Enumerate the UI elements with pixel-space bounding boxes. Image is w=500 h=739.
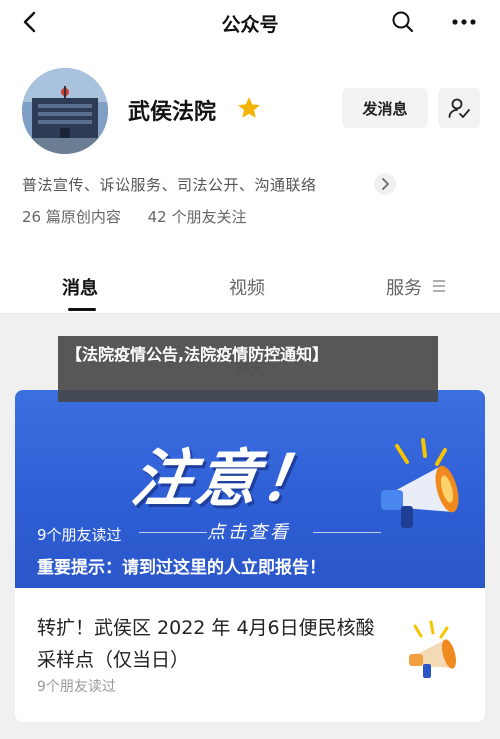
active-tab-indicator bbox=[68, 308, 96, 311]
article-readers-count: 9个朋友读过 bbox=[37, 679, 116, 695]
tab-videos[interactable]: 视频 bbox=[229, 274, 265, 300]
account-profile: 武侯法院 发消息 普法宣传、诉讼服务、司法公开、沟通联络 26 篇原创内容 42… bbox=[0, 48, 500, 258]
cover-subtitle: 点击查看 bbox=[207, 522, 291, 543]
page-title: 公众号 bbox=[221, 14, 279, 36]
send-message-button[interactable]: 发消息 bbox=[342, 88, 428, 128]
cover-title: 注意！ bbox=[127, 442, 330, 515]
overlay-banner: 【法院疫情公告,法院疫情防控通知】 bbox=[58, 336, 438, 402]
tab-messages[interactable]: 消息 bbox=[62, 274, 98, 300]
top-nav-bar: 公众号 bbox=[0, 0, 500, 48]
featured-readers-count: 9个朋友读过 bbox=[37, 526, 122, 544]
megaphone-icon bbox=[403, 620, 465, 680]
star-icon bbox=[236, 95, 262, 121]
article-title[interactable]: 转扩！武侯区 2022 年 4月6日便民核酸采样点（仅当日） bbox=[37, 612, 377, 676]
account-name: 武侯法院 bbox=[128, 100, 217, 125]
cover-divider-right bbox=[313, 532, 381, 533]
chevron-right-icon[interactable] bbox=[374, 173, 396, 195]
featured-article-cover[interactable]: 注意！ 点击查看 9个朋友读过 重要提示：请到过这里的人立即报告！ bbox=[15, 390, 485, 588]
featured-headline[interactable]: 重要提示：请到过这里的人立即报告！ bbox=[37, 553, 326, 578]
search-icon[interactable] bbox=[389, 8, 417, 36]
article-card[interactable]: 注意！ 点击查看 9个朋友读过 重要提示：请到过这里的人立即报告！ 转扩！武侯区… bbox=[15, 390, 485, 722]
account-description[interactable]: 普法宣传、诉讼服务、司法公开、沟通联络 bbox=[22, 174, 317, 195]
menu-lines-icon[interactable] bbox=[432, 278, 446, 292]
account-stats: 26 篇原创内容 42 个朋友关注 bbox=[22, 206, 269, 227]
friends-following-count[interactable]: 42 个朋友关注 bbox=[148, 208, 247, 226]
more-icon[interactable] bbox=[448, 8, 480, 36]
follow-user-icon[interactable] bbox=[438, 88, 480, 128]
megaphone-icon bbox=[367, 436, 467, 536]
tab-services[interactable]: 服务 bbox=[386, 274, 422, 300]
cover-divider-left bbox=[139, 532, 207, 533]
original-articles-count[interactable]: 26 篇原创内容 bbox=[22, 208, 121, 226]
tab-bar: 消息 视频 服务 bbox=[0, 258, 500, 314]
back-arrow-icon[interactable] bbox=[16, 8, 44, 36]
avatar[interactable] bbox=[22, 68, 108, 154]
